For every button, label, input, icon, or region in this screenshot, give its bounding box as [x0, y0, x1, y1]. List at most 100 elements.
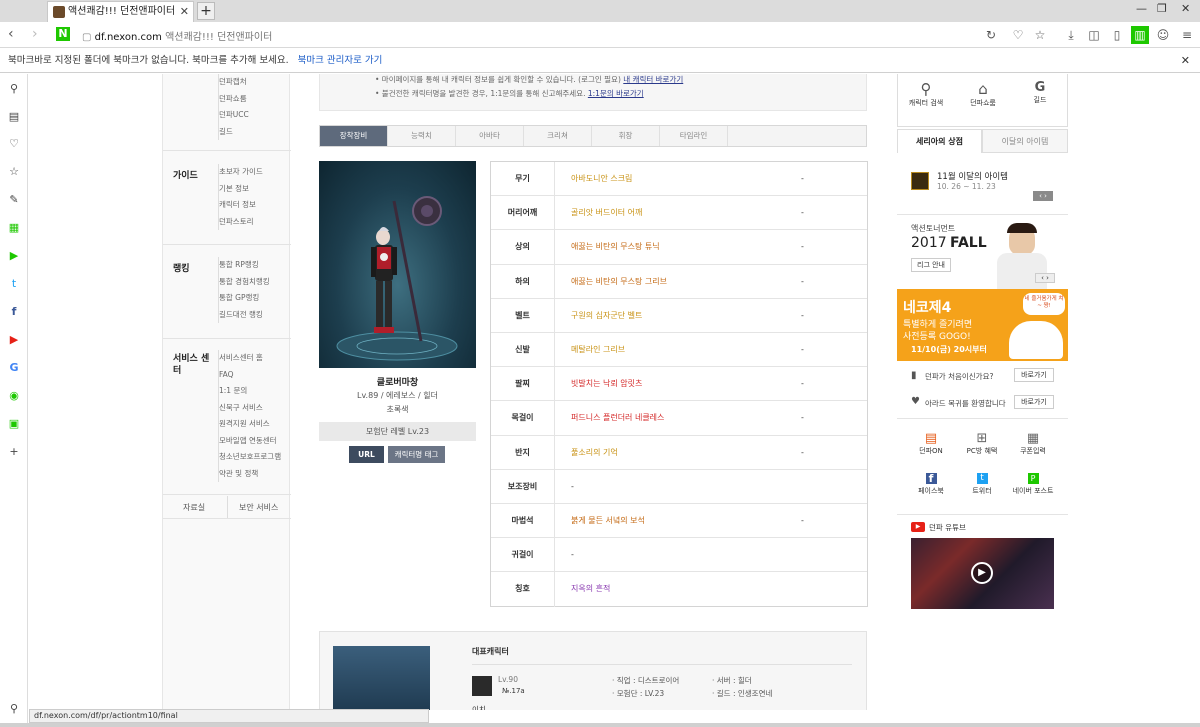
- bookmark-manager-link[interactable]: 북마크 관리자로 가기: [298, 55, 383, 66]
- tab-list-icon[interactable]: ▤: [7, 110, 21, 124]
- close-window-icon[interactable]: ✕: [1181, 2, 1190, 15]
- tab-timeline[interactable]: 타임라인: [660, 126, 728, 146]
- nav-item[interactable]: 던파쇼룸: [219, 91, 249, 108]
- pocket-icon[interactable]: ♡: [7, 137, 21, 151]
- coupon-shortcut[interactable]: ▦ 쿠폰입력: [1013, 431, 1053, 456]
- equipment-item[interactable]: 풀소리의 기억: [571, 436, 618, 470]
- naver-post-shortcut[interactable]: P 네이버 포스트: [1010, 473, 1056, 496]
- twitter-icon[interactable]: t: [7, 277, 21, 291]
- calendar-icon[interactable]: ▦: [7, 221, 21, 235]
- guild-shortcut[interactable]: G 길드: [1020, 80, 1060, 105]
- nav-item[interactable]: 신북구 서비스: [219, 400, 281, 417]
- my-character-link[interactable]: 내 캐릭터 바로가기: [623, 75, 683, 84]
- nav-item[interactable]: 원격지원 서비스: [219, 416, 281, 433]
- nav-item[interactable]: 던파캡처: [219, 74, 249, 91]
- nav-item[interactable]: 길드대전 랭킹: [219, 307, 270, 324]
- equipment-item[interactable]: 아바도니안 스크림: [571, 162, 632, 196]
- url-button[interactable]: URL: [349, 446, 384, 463]
- nav-item[interactable]: 서비스센터 홈: [219, 350, 281, 367]
- nav-item[interactable]: 통합 경험치랭킹: [219, 274, 270, 291]
- map-icon[interactable]: ◉: [7, 389, 21, 403]
- facebook-shortcut[interactable]: f 페이스북: [911, 473, 951, 496]
- minimize-icon[interactable]: —: [1136, 2, 1147, 15]
- equipment-item[interactable]: 메탈라인 그리브: [571, 333, 625, 367]
- nav-item[interactable]: 던파UCC: [219, 107, 249, 124]
- carousel-arrows-icon[interactable]: ‹ ›: [1035, 273, 1055, 283]
- character-tag-button[interactable]: 캐릭터명 태그: [388, 446, 445, 463]
- nav-item[interactable]: 캐릭터 정보: [219, 197, 263, 214]
- back-icon[interactable]: ‹: [8, 26, 14, 42]
- character-search-shortcut[interactable]: ⚲ 캐릭터 검색: [906, 80, 946, 108]
- nav-item[interactable]: 통합 GP랭킹: [219, 290, 270, 307]
- league-guide-button[interactable]: 리그 안내: [911, 258, 951, 272]
- monthly-item-title[interactable]: 11월 이달의 아이템: [937, 170, 1008, 182]
- menu-icon[interactable]: ≡: [1180, 28, 1194, 42]
- play-icon[interactable]: ▶: [7, 249, 21, 263]
- facebook-icon[interactable]: f: [7, 305, 21, 319]
- download-icon[interactable]: ⤓: [1064, 28, 1078, 42]
- equipment-item[interactable]: 붉게 물든 서녘의 보석: [571, 504, 645, 538]
- twitter-shortcut[interactable]: t 트위터: [962, 473, 1002, 496]
- pc-cafe-shortcut[interactable]: ⊞ PC방 혜택: [962, 431, 1002, 456]
- equipment-item[interactable]: 지옥의 흔적: [571, 572, 610, 606]
- play-icon[interactable]: ▶: [971, 562, 993, 584]
- equipment-item[interactable]: 구원의 십자군단 벨트: [571, 299, 642, 333]
- star-icon[interactable]: ☆: [1033, 28, 1047, 42]
- profile-icon[interactable]: ☺: [1156, 28, 1170, 42]
- pocket-icon[interactable]: ♡: [1011, 28, 1025, 42]
- nav-item[interactable]: 던파스토리: [219, 214, 263, 231]
- nav-item[interactable]: 초보자 가이드: [219, 164, 263, 181]
- zoom-icon[interactable]: ⚲: [7, 82, 21, 96]
- chat-icon[interactable]: ▣: [7, 417, 21, 431]
- nav-item[interactable]: 약관 및 정책: [219, 466, 281, 483]
- refresh-icon[interactable]: ↻: [984, 28, 998, 42]
- equipment-item[interactable]: 애끓는 비탄의 무스탕 그리브: [571, 265, 667, 299]
- naver-logo-icon[interactable]: N: [56, 27, 70, 41]
- fall-banner[interactable]: 액션토너먼트 2017 FALL 리그 안내 ‹ ›: [897, 214, 1068, 289]
- nav-item[interactable]: 모바일앱 연동센터: [219, 433, 281, 450]
- showroom-shortcut[interactable]: ⌂ 던파쇼룸: [963, 80, 1003, 108]
- nav-item[interactable]: 1:1 문의: [219, 383, 281, 400]
- google-icon[interactable]: G: [7, 361, 21, 375]
- carousel-arrows-icon[interactable]: ‹ ›: [1033, 191, 1053, 201]
- dunpa-on-shortcut[interactable]: ▤ 던파ON: [911, 431, 951, 456]
- nav-item[interactable]: 청소년보호프로그램: [219, 449, 281, 466]
- equipment-item[interactable]: 골리앗 버드이터 어깨: [571, 196, 642, 230]
- youtube-video-thumbnail[interactable]: ▶: [911, 538, 1054, 609]
- tab-seria-shop[interactable]: 세리아의 상점: [897, 129, 982, 153]
- favorites-icon[interactable]: ☆: [7, 165, 21, 179]
- nav-item[interactable]: 통합 RP랭킹: [219, 257, 270, 274]
- forward-icon[interactable]: ›: [32, 26, 38, 42]
- nav-item[interactable]: 기본 정보: [219, 181, 263, 198]
- restore-icon[interactable]: ❐: [1157, 2, 1167, 15]
- equipment-item[interactable]: 빗발치는 낙뢰 암릿츠: [571, 367, 642, 401]
- equipment-item[interactable]: 애끓는 비탄의 무스탕 튜닉: [571, 230, 660, 264]
- add-icon[interactable]: +: [7, 445, 21, 459]
- sidebar-toggle-icon[interactable]: ▥: [1131, 26, 1149, 44]
- url-field[interactable]: ▢ df.nexon.com 액션쾌감!!! 던전앤파이터: [82, 28, 272, 43]
- notes-icon[interactable]: ✎: [7, 193, 21, 207]
- returning-goto-button[interactable]: 바로가기: [1014, 395, 1054, 409]
- newbie-goto-button[interactable]: 바로가기: [1014, 368, 1054, 382]
- capture-icon[interactable]: ◫: [1087, 28, 1101, 42]
- nav-item[interactable]: FAQ: [219, 367, 281, 384]
- tab-equipment[interactable]: 장착장비: [320, 126, 388, 146]
- pin-icon[interactable]: ⚲: [7, 702, 21, 716]
- reader-icon[interactable]: ▯: [1110, 28, 1124, 42]
- tab-emblem[interactable]: 휘장: [592, 126, 660, 146]
- youtube-icon[interactable]: ▶: [7, 333, 21, 347]
- tab-avatar[interactable]: 아바타: [456, 126, 524, 146]
- browser-tab[interactable]: 액션쾌감!!! 던전앤파이터 ✕: [47, 1, 194, 22]
- tab-monthly-item[interactable]: 이달의 아이템: [982, 129, 1068, 153]
- close-bookmark-bar-icon[interactable]: ✕: [1181, 49, 1190, 73]
- tab-creature[interactable]: 크리쳐: [524, 126, 592, 146]
- security-service-link[interactable]: 보안 서비스: [239, 502, 278, 513]
- nav-item[interactable]: 길드: [219, 124, 249, 141]
- new-tab-button[interactable]: +: [197, 2, 215, 20]
- inquiry-link[interactable]: 1:1문의 바로가기: [588, 89, 644, 98]
- nekoje-promo-banner[interactable]: 네코제4 특별하게 즐기려면 사전등록 GOGO! 11/10(금) 20시부터…: [897, 289, 1068, 361]
- tab-stats[interactable]: 능력치: [388, 126, 456, 146]
- close-tab-icon[interactable]: ✕: [180, 2, 189, 22]
- equipment-item[interactable]: 퍼드니스 플런더러 네클레스: [571, 401, 664, 435]
- archive-link[interactable]: 자료실: [183, 502, 205, 513]
